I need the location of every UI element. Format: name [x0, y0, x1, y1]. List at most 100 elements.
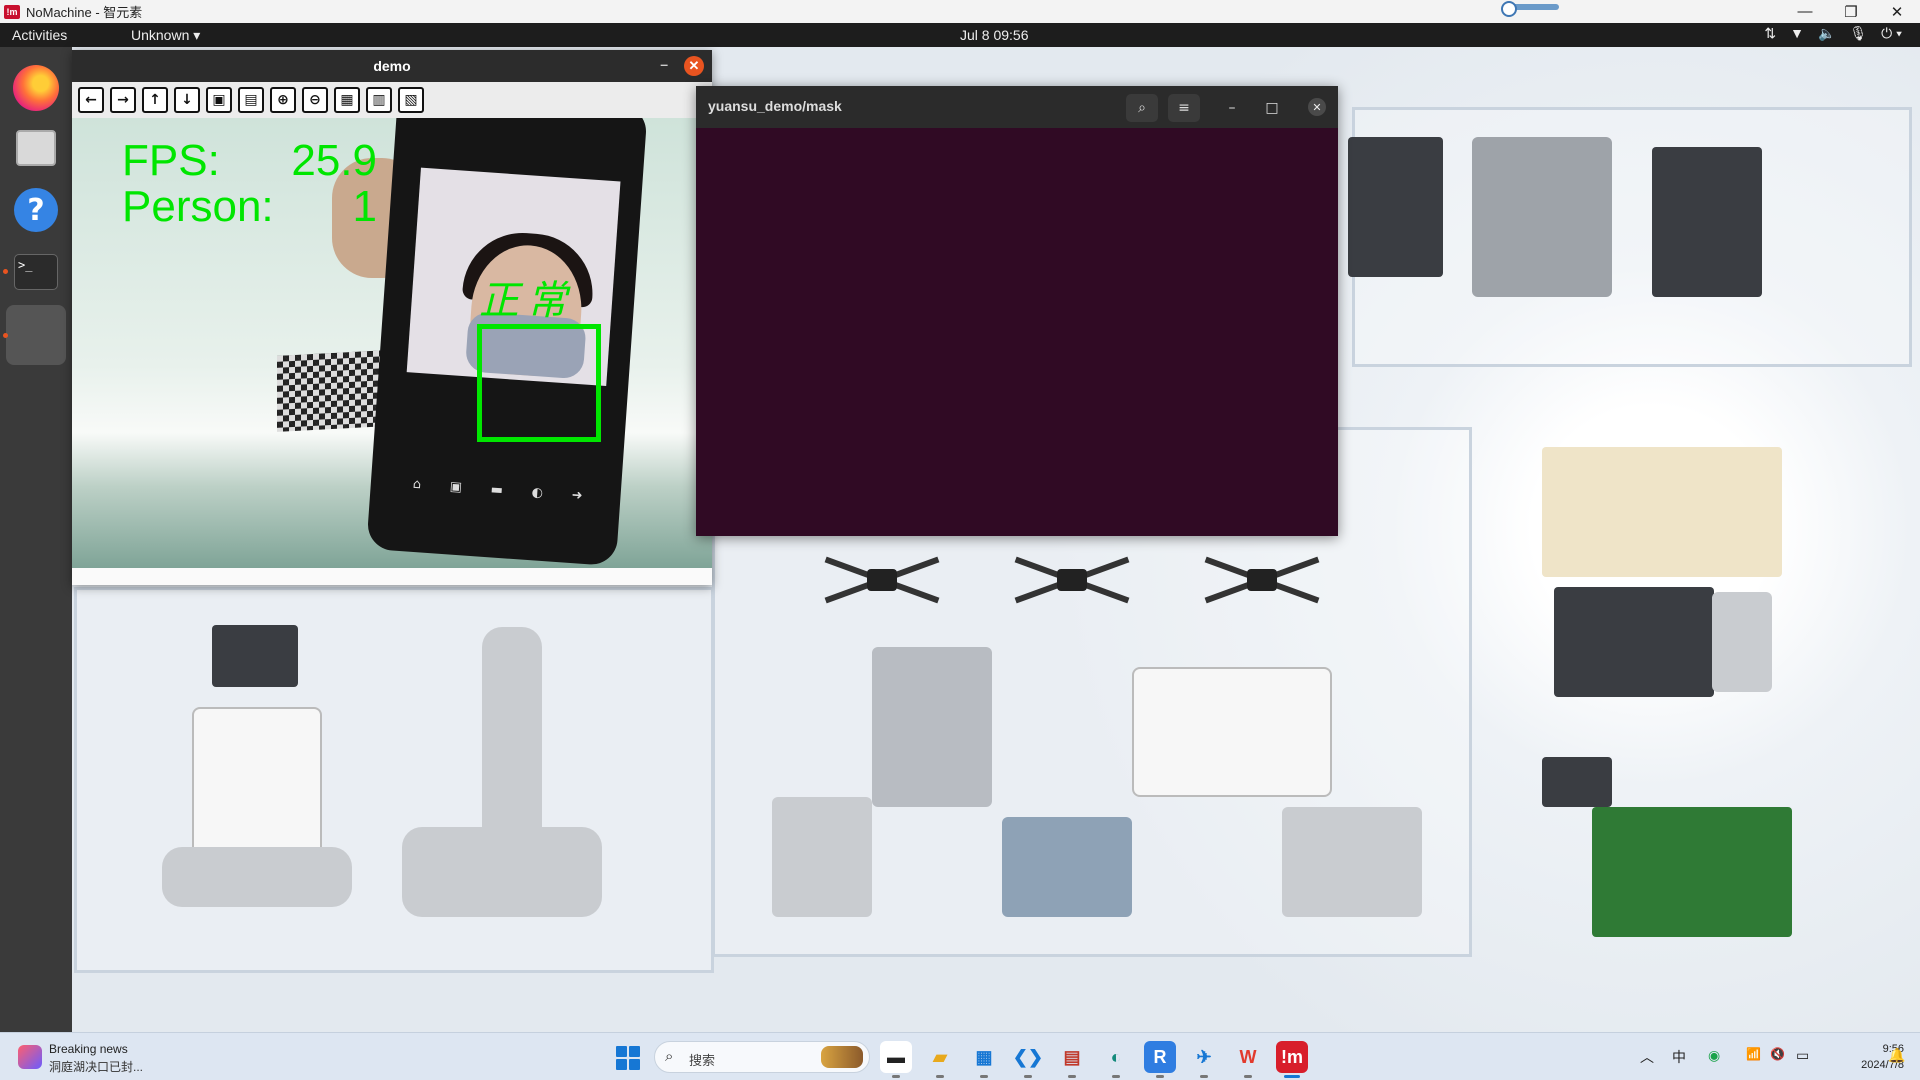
clock-button[interactable]: Jul 8 09:56 — [960, 27, 1029, 43]
pan-down-button[interactable]: ↓ — [174, 87, 200, 113]
news-widget-icon[interactable] — [18, 1045, 42, 1069]
terminal-icon: >_ — [14, 254, 58, 290]
terminal-launcher[interactable]: >_ — [6, 243, 66, 301]
phone-app-icon: ▣ — [449, 479, 463, 496]
ms-store-icon[interactable]: ▦ — [968, 1041, 1000, 1078]
edge-icon[interactable]: ◐ — [1100, 1041, 1132, 1078]
mobile-arm-base — [402, 827, 602, 917]
service-robot-base — [162, 847, 352, 907]
system-tray[interactable]: ⇅ ▼ 🔈 🎙 ⏻ ▾ — [1764, 25, 1902, 42]
terminal-window[interactable]: yuansu_demo/mask ⌕ ≡ – □ ✕ — [696, 86, 1338, 536]
service-robot-screen — [212, 625, 298, 687]
files-icon — [16, 130, 56, 166]
person-count-value: 1 — [352, 182, 377, 231]
phone-forward-icon: ➜ — [571, 487, 583, 504]
drone-cage — [1132, 667, 1332, 797]
terminal-menu-button[interactable]: ≡ — [1168, 94, 1200, 122]
save-image-button[interactable]: ▦ — [334, 87, 360, 113]
demo-titlebar[interactable]: demo – ✕ — [72, 50, 712, 82]
zoom-in-button[interactable]: ⊕ — [270, 87, 296, 113]
restore-button[interactable]: ❐ — [1828, 0, 1874, 23]
task-view-icon[interactable]: ▬ — [880, 1041, 912, 1078]
camera-feed: ⌂ ▣ ▬ ◐ ➜ 正常 FPS: 25.9 Person: 1 — [72, 118, 712, 568]
network-icon[interactable]: ⇅ — [1764, 25, 1776, 42]
firefox-launcher[interactable] — [6, 59, 66, 117]
tablet-robot — [1348, 137, 1443, 277]
tray-overflow-button[interactable]: ︿ — [1640, 1047, 1654, 1067]
search-highlight-image — [821, 1046, 863, 1068]
copy-image-button[interactable]: ▥ — [366, 87, 392, 113]
help-launcher[interactable]: ? — [6, 181, 66, 239]
rdp-app-icon[interactable]: R — [1144, 1041, 1176, 1078]
running-indicator — [3, 333, 8, 338]
search-icon: ⌕ — [665, 1048, 674, 1065]
ime-indicator[interactable]: 中 — [1672, 1047, 1686, 1067]
zoom-out-button[interactable]: ⊖ — [302, 87, 328, 113]
battery-icon[interactable]: ▭ — [1796, 1047, 1809, 1064]
activities-button[interactable]: Activities — [12, 27, 67, 43]
dev-kit — [1002, 817, 1132, 917]
wps-icon[interactable]: W — [1232, 1041, 1264, 1078]
test-rig — [872, 647, 992, 807]
server-box — [1712, 592, 1772, 692]
fps-label: FPS: — [122, 136, 220, 185]
drone-3 — [1192, 547, 1332, 617]
arm-station — [772, 797, 872, 917]
demo-window: demo – ✕ ← → ↑ ↓ ▣ ▤ ⊕ ⊖ ▦ ▥ ▧ ⌂ ▣ ▬ ◐ ➜… — [72, 50, 712, 585]
wifi-icon[interactable]: ▼ — [1790, 25, 1804, 42]
lab-table — [1542, 447, 1782, 577]
terminal-titlebar[interactable]: yuansu_demo/mask ⌕ ≡ – □ ✕ — [696, 86, 1338, 128]
volume-muted-icon[interactable]: 🔇 — [1770, 1047, 1785, 1061]
ubuntu-dock: ? >_ — [0, 47, 72, 1063]
start-button[interactable] — [616, 1046, 640, 1070]
file-explorer-icon[interactable]: ▰ — [924, 1041, 956, 1078]
demo-close-button[interactable]: ✕ — [684, 56, 704, 76]
terminal-maximize-button[interactable]: □ — [1256, 94, 1288, 122]
mic-icon[interactable]: 🎙 — [1849, 25, 1867, 42]
zoom-fit-button[interactable]: ▣ — [206, 87, 232, 113]
phone-menu-icon: ▬ — [490, 482, 504, 499]
calculator-app-icon[interactable]: ▤ — [1056, 1041, 1088, 1078]
terminal-close-button[interactable]: ✕ — [1308, 98, 1326, 116]
vscode-icon[interactable]: ❮❯ — [1012, 1041, 1044, 1078]
volume-icon[interactable]: 🔈 — [1818, 25, 1835, 42]
news-widget-subtitle[interactable]: 洞庭湖决口已封... — [49, 1058, 143, 1075]
desktop-robot-arm — [1472, 137, 1612, 297]
workbench-monitor — [1542, 757, 1612, 807]
terminal-search-button[interactable]: ⌕ — [1126, 94, 1158, 122]
nomachine-icon[interactable]: !m — [1276, 1041, 1308, 1078]
face-detection-box — [477, 324, 601, 442]
pan-right-button[interactable]: → — [110, 87, 136, 113]
nomachine-scroll-slider[interactable] — [1501, 1, 1559, 17]
app-tray-icon[interactable]: ◉ — [1708, 1047, 1720, 1064]
running-app-launcher[interactable] — [6, 305, 66, 365]
phone-camera-icon: ◐ — [531, 485, 544, 501]
properties-button[interactable]: ▧ — [398, 87, 424, 113]
files-launcher[interactable] — [6, 119, 66, 177]
app-menu-button[interactable]: Unknown ▾ — [131, 27, 200, 44]
wifi-icon[interactable]: 📶 — [1746, 1047, 1761, 1061]
search-placeholder: 搜索 — [689, 1053, 716, 1068]
windows-taskbar: Breaking news 洞庭湖决口已封... ⌕ 搜索 ▬ ▰ ▦ ❮❯ ▤ ◐ R ✈ W… — [0, 1032, 1920, 1080]
pan-left-button[interactable]: ← — [78, 87, 104, 113]
power-icon[interactable]: ⏻ ▾ — [1881, 25, 1902, 42]
stats-overlay: FPS: 25.9 Person: 1 — [122, 138, 377, 230]
demo-minimize-button[interactable]: – — [660, 56, 668, 72]
detection-label: 正常 — [479, 278, 575, 324]
terminal-title: yuansu_demo/mask — [708, 98, 842, 114]
cnc-rig — [1282, 807, 1422, 917]
zoom-original-button[interactable]: ▤ — [238, 87, 264, 113]
minimize-button[interactable]: — — [1782, 0, 1828, 23]
taskbar-search[interactable]: ⌕ 搜索 — [654, 1041, 870, 1073]
close-button[interactable]: ✕ — [1874, 0, 1920, 23]
pan-up-button[interactable]: ↑ — [142, 87, 168, 113]
notification-bell-icon[interactable]: 🔔 — [1888, 1047, 1905, 1064]
mail-app-icon[interactable]: ✈ — [1188, 1041, 1220, 1078]
person-count-label: Person: — [122, 182, 274, 231]
news-widget-title[interactable]: Breaking news — [49, 1042, 128, 1056]
firefox-icon — [13, 65, 59, 111]
terminal-minimize-button[interactable]: – — [1216, 94, 1248, 122]
demo-window-title: demo — [373, 58, 411, 74]
fps-value: 25.9 — [291, 136, 377, 185]
phone-nav-bar: ⌂ ▣ ▬ ◐ ➜ — [412, 477, 583, 504]
